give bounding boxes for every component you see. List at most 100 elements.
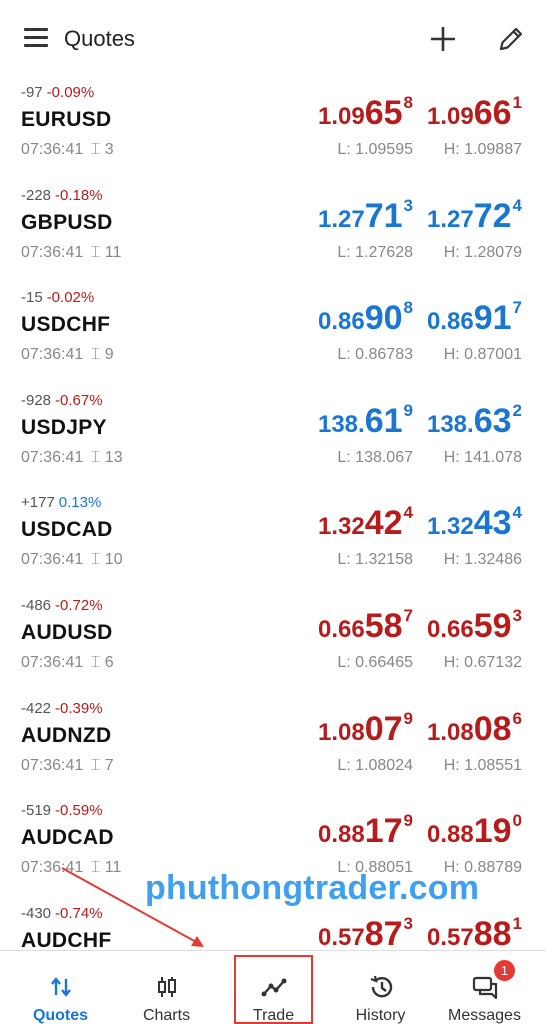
spread-value: 3	[104, 141, 114, 158]
symbol-name: USDCAD	[21, 518, 113, 542]
bid-price[interactable]: 1.08079	[318, 709, 413, 750]
price-prefix: 1.32	[426, 513, 474, 541]
quote-row[interactable]: -928 -0.67% USDJPY 07:36:41 ⌶ 13 138.619 …	[0, 386, 546, 489]
daily-change: -422 -0.39%	[21, 700, 103, 717]
spread-icon: ⌶	[90, 756, 101, 774]
low-price: L: 0.86783	[337, 346, 413, 364]
price-pips: 61	[364, 401, 403, 440]
ask-price[interactable]: 0.86917	[426, 298, 522, 339]
change-points: -928	[21, 391, 52, 409]
spread-value: 13	[104, 448, 123, 466]
tab-history[interactable]: History	[326, 951, 435, 1024]
low-price: L: 1.27628	[337, 243, 413, 261]
quote-meta: 07:36:41 ⌶ 9	[21, 346, 114, 364]
price-prefix: 0.88	[317, 821, 365, 849]
change-points: -486	[21, 596, 52, 614]
ask-price[interactable]: 1.09661	[427, 93, 522, 134]
daily-change: -97 -0.09%	[21, 84, 94, 101]
price-pips: 88	[473, 914, 512, 950]
price-fraction: 2	[512, 400, 522, 420]
daily-change: -519 -0.59%	[21, 802, 103, 819]
ask-price[interactable]: 1.32434	[426, 503, 522, 544]
watermark-text: phuthongtrader.com	[145, 869, 480, 907]
spread-value: 10	[104, 551, 123, 569]
symbol-name: USDCHF	[21, 313, 111, 337]
change-percent: -0.72%	[55, 596, 103, 614]
tab-charts[interactable]: Charts	[112, 951, 221, 1024]
price-pips: 72	[473, 196, 512, 235]
bid-price[interactable]: 0.66587	[318, 606, 413, 647]
symbol-name: AUDUSD	[21, 620, 113, 644]
price-pips: 87	[364, 914, 403, 950]
quote-time: 07:36:41	[21, 243, 84, 261]
price-fraction: 3	[403, 195, 413, 215]
trend-line-icon	[261, 978, 286, 997]
quote-meta: 07:36:41 ⌶ 7	[21, 757, 114, 775]
spread-value: 11	[104, 859, 122, 877]
quote-row[interactable]: +177 0.13% USDCAD 07:36:41 ⌶ 10 1.32424 1…	[0, 488, 546, 591]
price-fraction: 4	[403, 503, 413, 523]
symbol-name: AUDNZD	[21, 723, 112, 747]
price-pips: 08	[473, 709, 512, 748]
ask-price[interactable]: 1.27724	[427, 196, 522, 237]
spread-value: 9	[104, 346, 114, 364]
ask-price[interactable]: 0.88190	[427, 811, 522, 852]
history-icon	[370, 975, 392, 998]
quote-row[interactable]: -422 -0.39% AUDNZD 07:36:41 ⌶ 7 1.08079 1…	[0, 694, 546, 797]
low-price: L: 1.08024	[337, 756, 413, 774]
quote-meta: 07:36:41 ⌶ 11	[21, 244, 121, 262]
daily-change: -430 -0.74%	[21, 905, 103, 922]
tab-messages[interactable]: Messages	[430, 951, 539, 1024]
candlestick-icon	[157, 977, 176, 997]
quote-row[interactable]: -228 -0.18% GBPUSD 07:36:41 ⌶ 11 1.27713 …	[0, 181, 546, 284]
price-prefix: 0.57	[426, 923, 474, 950]
bid-price[interactable]: 0.88179	[317, 811, 413, 852]
quote-time: 07:36:41	[21, 448, 84, 466]
price-fraction: 8	[403, 93, 413, 112]
plus-icon[interactable]	[428, 24, 458, 54]
low-price: L: 138.067	[337, 448, 413, 466]
bid-price[interactable]: 0.57873	[317, 914, 413, 950]
price-fraction: 1	[512, 913, 522, 933]
symbol-name: AUDCAD	[21, 826, 114, 850]
ask-price[interactable]: 1.08086	[427, 709, 522, 750]
price-pips: 59	[473, 606, 512, 645]
tab-label: History	[355, 1007, 406, 1024]
bid-price[interactable]: 0.86908	[318, 298, 413, 339]
price-pips: 07	[364, 709, 403, 748]
bid-price[interactable]: 1.27713	[317, 195, 413, 237]
high-price: H: 0.67132	[443, 653, 522, 671]
high-price: H: 1.28079	[443, 243, 522, 261]
spread-icon: ⌶	[90, 243, 101, 261]
change-points: +177	[21, 494, 55, 512]
quote-time: 07:36:41	[21, 346, 84, 364]
price-pips: 42	[364, 504, 403, 543]
price-prefix: 138.	[426, 410, 474, 438]
page-title: Quotes	[64, 26, 135, 51]
change-points: -519	[21, 802, 52, 820]
spread-icon: ⌶	[90, 551, 101, 569]
ask-price[interactable]: 138.632	[426, 400, 522, 442]
bid-price[interactable]: 138.619	[318, 401, 413, 442]
top-app-bar: Quotes	[0, 0, 546, 78]
quote-row[interactable]: -97 -0.09% EURUSD 07:36:41 ⌶ 3 1.09658 1.…	[0, 78, 546, 181]
bid-price[interactable]: 1.09658	[318, 93, 413, 134]
tab-trade[interactable]: Trade	[219, 951, 328, 1024]
menu-icon[interactable]	[24, 28, 48, 48]
price-pips: 66	[473, 94, 512, 132]
ask-price[interactable]: 0.66593	[427, 606, 522, 647]
price-prefix: 1.27	[317, 205, 365, 233]
symbol-name: GBPUSD	[21, 210, 113, 234]
quote-row[interactable]: -486 -0.72% AUDUSD 07:36:41 ⌶ 6 0.66587 0…	[0, 591, 546, 694]
tab-label: Quotes	[32, 1007, 89, 1024]
tab-quotes[interactable]: Quotes	[6, 951, 115, 1024]
spread-icon: ⌶	[90, 141, 101, 158]
quote-row[interactable]: -15 -0.02% USDCHF 07:36:41 ⌶ 9 0.86908 0.…	[0, 283, 546, 386]
change-percent: -0.09%	[46, 84, 95, 101]
price-prefix: 0.57	[317, 923, 365, 950]
ask-price[interactable]: 0.57881	[426, 913, 522, 950]
pencil-icon[interactable]	[496, 24, 526, 54]
price-prefix: 0.86	[426, 308, 474, 336]
price-fraction: 9	[403, 811, 413, 831]
bid-price[interactable]: 1.32424	[318, 503, 413, 544]
